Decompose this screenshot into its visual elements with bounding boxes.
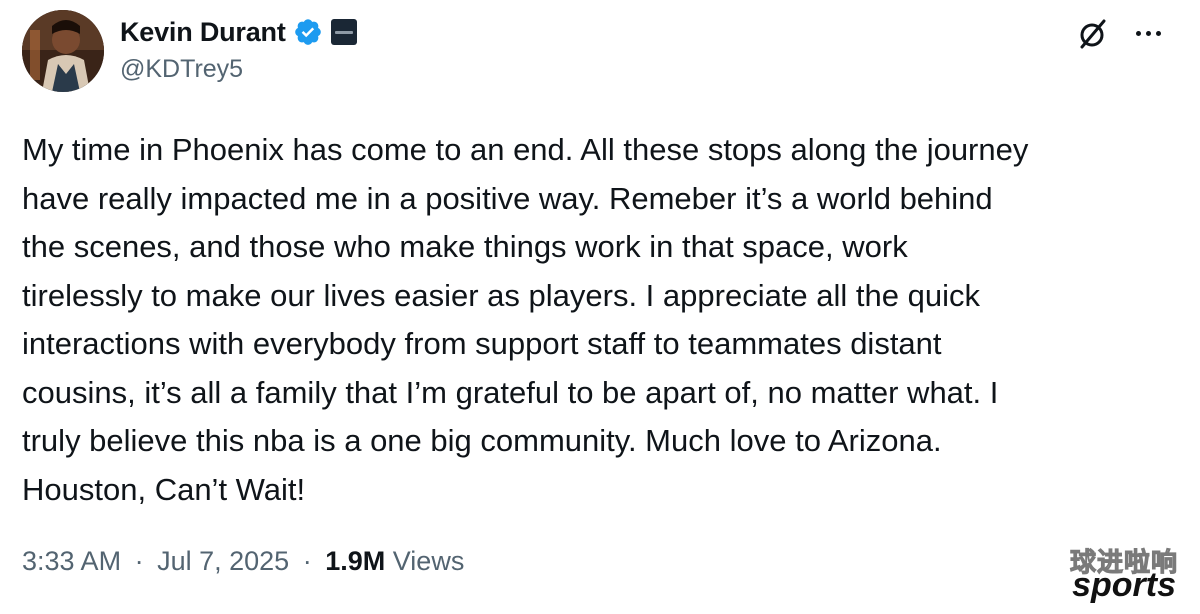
tweet-text: My time in Phoenix has come to an end. A…	[22, 126, 1182, 514]
tweet-time[interactable]: 3:33 AM	[22, 546, 121, 576]
avatar[interactable]	[22, 10, 104, 92]
tweet-card: Kevin Durant @KDTrey5 My time in Phoenix…	[0, 0, 1200, 614]
tweet-meta: 3:33 AM · Jul 7, 2025 · 1.9M Views	[22, 546, 464, 577]
watermark: 球进啦响 sports	[1030, 542, 1190, 606]
affiliate-badge-icon[interactable]	[330, 19, 357, 45]
author-handle[interactable]: @KDTrey5	[120, 55, 243, 84]
more-dots-icon[interactable]	[1128, 18, 1168, 48]
author-display-name[interactable]: Kevin Durant	[120, 17, 286, 48]
tweet-date[interactable]: Jul 7, 2025	[157, 546, 289, 576]
watermark-en: sports	[1072, 566, 1176, 604]
views-label[interactable]: Views	[393, 546, 465, 576]
verified-badge-icon	[293, 17, 323, 47]
tweet-text-line: have really impacted me in a positive wa…	[22, 180, 993, 216]
author-name-row: Kevin Durant	[120, 14, 357, 50]
meta-separator: ·	[302, 546, 312, 576]
tweet-text-line: tirelessly to make our lives easier as p…	[22, 277, 980, 313]
tweet-text-line: My time in Phoenix has come to an end. A…	[22, 132, 1029, 167]
tweet-text-line: truly believe this nba is a one big comm…	[22, 423, 942, 458]
avatar-image	[22, 10, 104, 92]
tweet-text-line: interactions with everybody from support…	[22, 326, 942, 361]
grok-icon[interactable]	[1074, 16, 1110, 52]
tweet-text-line: Houston, Can’t Wait!	[22, 471, 306, 507]
tweet-text-line: cousins, it’s all a family that I’m grat…	[22, 374, 999, 410]
meta-separator: ·	[134, 546, 144, 576]
tweet-text-line: the scenes, and those who make things wo…	[22, 229, 908, 264]
views-count[interactable]: 1.9M	[325, 546, 385, 576]
